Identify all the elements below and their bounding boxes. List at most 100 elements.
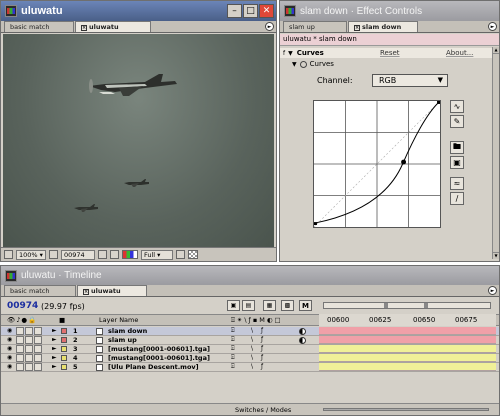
audio-toggle[interactable] xyxy=(16,327,24,335)
safe-zones-icon[interactable] xyxy=(48,250,58,259)
effects-titlebar[interactable]: slam down · Effect Controls xyxy=(280,1,499,21)
tab-basic-match[interactable]: basic match xyxy=(4,21,74,32)
audio-toggle[interactable] xyxy=(16,363,24,371)
scroll-down-icon[interactable]: ▼ xyxy=(493,252,499,259)
curve-tool-icon[interactable]: ∿ xyxy=(450,100,464,113)
smooth-icon[interactable]: ≈ xyxy=(450,177,464,190)
layer-name[interactable]: slam down xyxy=(108,327,147,335)
zoom-dropdown[interactable]: 100% ▾ xyxy=(16,249,46,260)
expand-layer-icon[interactable]: ► xyxy=(52,354,57,361)
reset-link[interactable]: Reset xyxy=(380,49,400,57)
effect-switch-icon[interactable]: ƒ xyxy=(261,363,263,370)
tab-basic-match[interactable]: basic match xyxy=(4,285,76,296)
effect-switch-icon[interactable]: ƒ xyxy=(261,336,263,343)
channel-dropdown[interactable]: RGB ▼ xyxy=(372,73,448,87)
current-time-display[interactable]: 00974 xyxy=(7,301,38,311)
comp-viewer[interactable] xyxy=(3,34,274,247)
lock-toggle[interactable] xyxy=(34,336,42,344)
solo-toggle[interactable] xyxy=(25,327,33,335)
solo-toggle[interactable] xyxy=(25,345,33,353)
current-time[interactable]: 00974 xyxy=(60,249,95,260)
effect-switch-icon[interactable]: ƒ xyxy=(261,345,263,352)
layer-duration-bar[interactable] xyxy=(319,363,496,371)
effect-switch-icon[interactable]: ƒ xyxy=(261,327,263,334)
show-snapshot-icon[interactable] xyxy=(109,250,119,259)
layer-name[interactable]: [mustang[0001-00601].tga] xyxy=(108,354,210,362)
roi-icon[interactable] xyxy=(175,250,185,259)
stopwatch-icon[interactable] xyxy=(299,60,307,68)
audio-toggle[interactable] xyxy=(16,345,24,353)
label-color-swatch[interactable] xyxy=(61,346,67,352)
tab-uluwatu[interactable]: × uluwatu xyxy=(75,21,151,32)
timeline-titlebar[interactable]: uluwatu · Timeline xyxy=(1,266,499,285)
shy-icon[interactable]: ▦ xyxy=(263,300,276,311)
switches-modes-button[interactable]: Switches / Modes xyxy=(235,406,291,414)
open-folder-icon[interactable]: 🖿 xyxy=(450,141,464,154)
property-expand-icon[interactable]: ▼ xyxy=(292,61,297,68)
video-visibility-icon[interactable]: ◉ xyxy=(7,336,12,343)
layer-duration-bar[interactable] xyxy=(319,327,496,335)
scroll-up-icon[interactable]: ▲ xyxy=(493,47,499,54)
label-color-swatch[interactable] xyxy=(61,328,67,334)
panel-menu-icon[interactable]: ► xyxy=(488,286,497,295)
maximize-button[interactable]: □ xyxy=(243,4,258,18)
region-icon[interactable] xyxy=(4,250,13,259)
nav-end-handle[interactable] xyxy=(424,303,428,308)
reset-curve-icon[interactable]: ∕ xyxy=(450,192,464,205)
motion-blur-icon[interactable]: M xyxy=(299,300,312,311)
curve-control-point[interactable] xyxy=(401,159,407,165)
minimize-button[interactable]: – xyxy=(227,4,242,18)
layer-name[interactable]: slam up xyxy=(108,336,137,344)
shy-switch-icon[interactable]: ⍐ xyxy=(231,354,235,362)
quality-switch-icon[interactable]: \ xyxy=(251,363,253,370)
shy-switch-icon[interactable]: ⍐ xyxy=(231,336,235,344)
close-tab-icon[interactable]: × xyxy=(354,25,360,31)
video-visibility-icon[interactable]: ◉ xyxy=(7,327,12,334)
expand-layer-icon[interactable]: ► xyxy=(52,363,57,370)
zoom-slider[interactable] xyxy=(323,408,489,411)
save-icon[interactable]: ▣ xyxy=(450,156,464,169)
channel-color-icon[interactable] xyxy=(121,250,138,259)
quality-switch-icon[interactable]: \ xyxy=(251,354,253,361)
quality-switch-icon[interactable]: \ xyxy=(251,336,253,343)
layer-name-header[interactable]: Layer Name xyxy=(99,316,138,324)
close-tab-icon[interactable]: × xyxy=(83,289,89,295)
expand-layer-icon[interactable]: ► xyxy=(52,327,57,334)
effect-expand-icon[interactable]: ▼ xyxy=(288,50,293,57)
label-color-swatch[interactable] xyxy=(61,364,67,370)
audio-toggle[interactable] xyxy=(16,336,24,344)
label-color-swatch[interactable] xyxy=(61,355,67,361)
layer-name[interactable]: [mustang[0001-00601].tga] xyxy=(108,345,210,353)
label-color-swatch[interactable] xyxy=(61,337,67,343)
pencil-tool-icon[interactable]: ✎ xyxy=(450,115,464,128)
enable-frame-blend-icon[interactable]: ▩ xyxy=(281,300,294,311)
adjustment-switch-icon[interactable] xyxy=(299,328,306,335)
effect-fx-icon[interactable]: f xyxy=(283,50,285,57)
comp-titlebar[interactable]: uluwatu – □ ✕ xyxy=(1,1,276,21)
layer-duration-bar[interactable] xyxy=(319,354,496,362)
snapshot-icon[interactable] xyxy=(97,250,107,259)
lock-toggle[interactable] xyxy=(34,327,42,335)
layer-name[interactable]: [Ulu Plane Descent.mov] xyxy=(108,363,199,371)
layer-marker-icon[interactable]: ▤ xyxy=(242,300,255,311)
shy-switch-icon[interactable]: ⍐ xyxy=(231,345,235,353)
about-link[interactable]: About... xyxy=(446,49,473,57)
video-visibility-icon[interactable]: ◉ xyxy=(7,345,12,352)
shy-switch-icon[interactable]: ⍐ xyxy=(231,327,235,335)
nav-start-handle[interactable] xyxy=(384,303,388,308)
shy-switch-icon[interactable]: ⍐ xyxy=(231,363,235,371)
panel-menu-icon[interactable]: ► xyxy=(265,22,274,31)
solo-toggle[interactable] xyxy=(25,336,33,344)
time-ruler[interactable]: 00600 00625 00650 00675 xyxy=(319,314,496,326)
tab-slam-down[interactable]: × slam down xyxy=(348,21,418,32)
video-visibility-icon[interactable]: ◉ xyxy=(7,363,12,370)
panel-menu-icon[interactable]: ► xyxy=(488,22,497,31)
comp-marker-icon[interactable]: ▣ xyxy=(227,300,240,311)
video-visibility-icon[interactable]: ◉ xyxy=(7,354,12,361)
resolution-dropdown[interactable]: Full ▾ xyxy=(140,249,173,260)
lock-toggle[interactable] xyxy=(34,363,42,371)
tab-uluwatu[interactable]: × uluwatu xyxy=(77,285,147,296)
lock-toggle[interactable] xyxy=(34,354,42,362)
layer-duration-bar[interactable] xyxy=(319,336,496,344)
quality-switch-icon[interactable]: \ xyxy=(251,345,253,352)
